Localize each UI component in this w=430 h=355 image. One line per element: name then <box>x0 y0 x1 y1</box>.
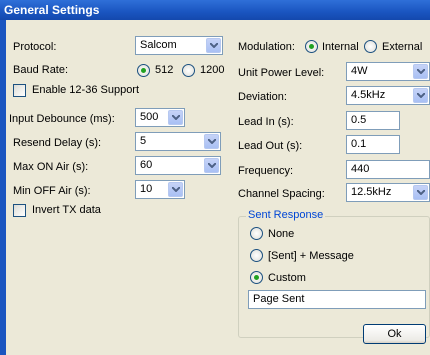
modulation-external-radio[interactable] <box>364 40 377 53</box>
chevron-down-icon[interactable] <box>204 134 219 149</box>
frequency-value: 440 <box>351 163 370 175</box>
channel-spacing-select[interactable]: 12.5kHz <box>346 183 430 202</box>
protocol-label: Protocol: <box>13 41 57 53</box>
invert-tx-label: Invert TX data <box>32 204 101 216</box>
modulation-label: Modulation: <box>238 41 295 53</box>
baud-rate-label: Baud Rate: <box>13 64 69 76</box>
input-debounce-select[interactable]: 500 <box>135 108 185 127</box>
sent-message-radio[interactable] <box>250 249 263 262</box>
min-off-air-select[interactable]: 10 <box>135 180 185 199</box>
channel-spacing-label: Channel Spacing: <box>238 188 325 200</box>
custom-response-input[interactable]: Page Sent <box>248 290 426 309</box>
max-on-air-value: 60 <box>140 159 153 171</box>
resend-delay-value: 5 <box>140 135 147 147</box>
min-off-air-label: Min OFF Air (s): <box>13 185 91 197</box>
lead-in-value: 0.5 <box>351 114 367 126</box>
modulation-external-label: External <box>382 41 423 53</box>
chevron-down-icon[interactable] <box>168 110 183 125</box>
protocol-select[interactable]: Salcom <box>135 36 223 55</box>
lead-out-label: Lead Out (s): <box>238 140 303 152</box>
deviation-value: 4.5kHz <box>351 89 386 101</box>
chevron-down-icon[interactable] <box>413 185 428 200</box>
max-on-air-label: Max ON Air (s): <box>13 161 89 173</box>
lead-out-input[interactable]: 0.1 <box>346 135 400 154</box>
sent-response-group <box>238 216 430 338</box>
sent-response-title: Sent Response <box>246 209 326 221</box>
max-on-air-select[interactable]: 60 <box>135 156 221 175</box>
lead-in-label: Lead In (s): <box>238 116 294 128</box>
unit-power-select[interactable]: 4W <box>346 62 430 81</box>
chevron-down-icon[interactable] <box>413 64 428 79</box>
sent-none-label: None <box>268 228 295 240</box>
frequency-label: Frequency: <box>238 165 294 177</box>
protocol-value: Salcom <box>140 39 177 51</box>
resend-delay-select[interactable]: 5 <box>135 132 221 151</box>
baud-512-label: 512 <box>155 64 174 76</box>
sent-none-radio[interactable] <box>250 227 263 240</box>
baud-1200-label: 1200 <box>200 64 225 76</box>
sent-custom-radio[interactable] <box>250 271 263 284</box>
custom-response-value: Page Sent <box>253 293 305 305</box>
unit-power-value: 4W <box>351 65 368 77</box>
window-title: General Settings <box>0 0 430 20</box>
sent-message-label: [Sent] + Message <box>268 250 354 262</box>
chevron-down-icon[interactable] <box>206 38 221 53</box>
input-debounce-label: Input Debounce (ms): <box>9 113 115 125</box>
unit-power-label: Unit Power Level: <box>238 67 325 79</box>
min-off-air-value: 10 <box>140 183 153 195</box>
deviation-select[interactable]: 4.5kHz <box>346 86 430 105</box>
sent-custom-label: Custom <box>268 272 306 284</box>
invert-tx-checkbox[interactable] <box>13 204 26 217</box>
frequency-input[interactable]: 440 <box>346 160 430 179</box>
general-settings-window: General Settings Protocol: Salcom Baud R… <box>0 0 430 355</box>
lead-out-value: 0.1 <box>351 138 367 150</box>
chevron-down-icon[interactable] <box>413 88 428 103</box>
dialog-client: Protocol: Salcom Baud Rate: 512 1200 Ena… <box>6 20 430 355</box>
channel-spacing-value: 12.5kHz <box>351 186 392 198</box>
baud-1200-radio[interactable] <box>182 64 195 77</box>
enable-1236-label: Enable 12-36 Support <box>32 84 140 96</box>
chevron-down-icon[interactable] <box>204 158 219 173</box>
lead-in-input[interactable]: 0.5 <box>346 111 400 130</box>
ok-button[interactable]: Ok <box>363 324 426 344</box>
chevron-down-icon[interactable] <box>168 182 183 197</box>
deviation-label: Deviation: <box>238 91 287 103</box>
modulation-internal-label: Internal <box>322 41 359 53</box>
enable-1236-checkbox[interactable] <box>13 84 26 97</box>
resend-delay-label: Resend Delay (s): <box>13 137 102 149</box>
baud-512-radio[interactable] <box>137 64 150 77</box>
modulation-internal-radio[interactable] <box>305 40 318 53</box>
input-debounce-value: 500 <box>140 111 159 123</box>
